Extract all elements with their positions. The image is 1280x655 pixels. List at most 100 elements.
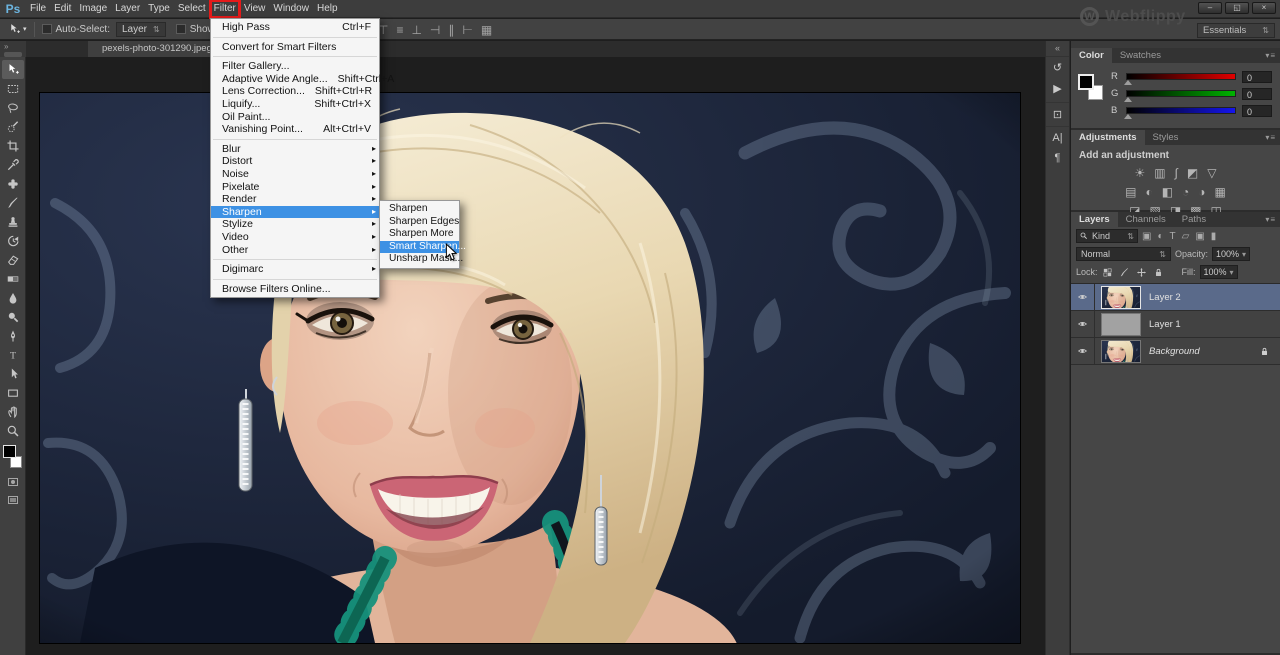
panel-menu-icon[interactable]: ▾≡ — [1265, 212, 1280, 227]
history-panel-icon[interactable]: ↺ — [1046, 57, 1069, 78]
layer-thumbnail[interactable] — [1101, 339, 1141, 363]
align-icon[interactable]: ⊣ — [430, 23, 440, 37]
opacity-field[interactable]: 100% ▾ — [1212, 247, 1251, 261]
close-button[interactable]: × — [1252, 2, 1276, 14]
panel-tab[interactable]: Adjustments — [1071, 130, 1145, 145]
slider-thumb-icon[interactable] — [1124, 97, 1132, 102]
menubar-item-Select[interactable]: Select — [174, 0, 210, 18]
menubar-item-Filter[interactable]: Filter — [208, 0, 241, 19]
layer-visibility-toggle[interactable] — [1071, 338, 1095, 364]
filter-menu-item[interactable]: Blur ▸ — [211, 143, 379, 156]
filter-type-layers-icon[interactable]: T — [1170, 231, 1176, 242]
filter-menu-item[interactable]: Liquify... Shift+Ctrl+X — [211, 98, 379, 111]
slider-thumb-icon[interactable] — [1124, 80, 1132, 85]
lasso-tool[interactable] — [2, 98, 24, 117]
layer-thumbnail[interactable] — [1101, 285, 1141, 309]
history-brush-tool[interactable] — [2, 231, 24, 250]
align-icon[interactable]: ⊥ — [411, 23, 421, 37]
menubar-item-Help[interactable]: Help — [313, 0, 342, 18]
menubar-item-View[interactable]: View — [240, 0, 270, 18]
filter-shape-layers-icon[interactable]: ▱ — [1182, 231, 1190, 242]
crop-tool[interactable] — [2, 136, 24, 155]
sharpen-submenu-item[interactable]: Sharpen More — [380, 228, 459, 241]
align-icon[interactable]: ∥ — [448, 23, 454, 37]
lock-all-icon[interactable] — [1153, 267, 1164, 278]
type-tool[interactable] — [2, 345, 24, 364]
dodge-tool[interactable] — [2, 307, 24, 326]
panel-tab[interactable]: Color — [1071, 48, 1112, 63]
filter-menu-item[interactable]: Video ▸ — [211, 231, 379, 244]
eyedropper-tool[interactable] — [2, 155, 24, 174]
gradient-tool[interactable] — [2, 269, 24, 288]
move-tool[interactable] — [1, 60, 24, 79]
filter-menu-item[interactable]: Render ▸ — [211, 193, 379, 206]
vibrance-icon[interactable]: ▽ — [1207, 166, 1216, 180]
filter-menu-item[interactable]: Oil Paint... — [211, 111, 379, 124]
filter-toggle-icon[interactable]: ▮ — [1211, 231, 1217, 242]
properties-panel-icon[interactable]: ⊡ — [1046, 102, 1069, 123]
layer-row[interactable]: Layer 2 — [1071, 284, 1280, 311]
sharpen-submenu-item[interactable]: Sharpen — [380, 203, 459, 216]
hue-saturation-icon[interactable]: ▤ — [1125, 185, 1136, 199]
curves-icon[interactable]: ∫ — [1175, 166, 1178, 180]
lock-image-icon[interactable] — [1119, 267, 1130, 278]
photo-filter-icon[interactable]: ◔ — [1182, 185, 1189, 199]
filter-pixel-layers-icon[interactable]: ▣ — [1142, 231, 1151, 242]
channel-slider[interactable] — [1124, 73, 1236, 85]
menubar-item-Image[interactable]: Image — [75, 0, 111, 18]
brightness-contrast-icon[interactable]: ☀ — [1135, 166, 1146, 180]
filter-smart-objects-icon[interactable]: ▣ — [1195, 231, 1204, 242]
collapse-dock-icon[interactable]: « — [1046, 41, 1069, 57]
filter-menu-item[interactable]: Noise ▸ — [211, 168, 379, 181]
filter-menu-item[interactable]: Convert for Smart Filters — [211, 41, 379, 57]
align-icon[interactable]: ⊢ — [462, 23, 472, 37]
zoom-tool[interactable] — [2, 421, 24, 440]
character-panel-icon[interactable]: A| — [1046, 126, 1069, 147]
filter-menu-item[interactable]: High Pass Ctrl+F — [211, 21, 379, 38]
layer-filter-kind-dropdown[interactable]: Kind ⇅ — [1076, 229, 1138, 243]
color-lookup-icon[interactable]: ▦ — [1215, 185, 1226, 199]
healing-brush-tool[interactable] — [2, 174, 24, 193]
show-transform-checkbox[interactable] — [175, 24, 186, 34]
panel-tab[interactable]: Styles — [1145, 130, 1187, 145]
filter-menu-item[interactable]: Other ▸ — [211, 244, 379, 260]
slider-thumb-icon[interactable] — [1124, 114, 1132, 119]
channel-value-field[interactable]: 0 — [1242, 70, 1272, 83]
marquee-tool[interactable] — [2, 79, 24, 98]
path-selection-tool[interactable] — [2, 364, 24, 383]
screen-mode-button[interactable] — [2, 491, 24, 509]
filter-menu-item[interactable]: Adaptive Wide Angle... Shift+Ctrl+A — [211, 73, 394, 86]
filter-menu-item[interactable]: Filter Gallery... — [211, 60, 379, 73]
quick-selection-tool[interactable] — [2, 117, 24, 136]
panel-tab[interactable]: Channels — [1118, 212, 1174, 227]
channel-value-field[interactable]: 0 — [1242, 104, 1272, 117]
panel-tab[interactable]: Swatches — [1112, 48, 1169, 63]
layer-thumbnail[interactable] — [1101, 312, 1141, 336]
minimize-button[interactable]: – — [1198, 2, 1222, 14]
quick-mask-button[interactable] — [2, 473, 24, 491]
menubar-item-Type[interactable]: Type — [144, 0, 174, 18]
panel-menu-icon[interactable]: ▾≡ — [1265, 48, 1280, 63]
sharpen-submenu-item[interactable]: Sharpen Edges — [380, 216, 459, 229]
align-icon[interactable]: ≡ — [396, 23, 403, 37]
layer-row[interactable]: Layer 1 — [1071, 311, 1280, 338]
layer-name[interactable]: Layer 1 — [1149, 319, 1181, 330]
restore-button[interactable]: ◱ — [1225, 2, 1249, 14]
panel-tab[interactable]: Layers — [1071, 212, 1118, 227]
align-icon[interactable]: ▦ — [481, 23, 492, 37]
foreground-background-swatches[interactable] — [1, 443, 25, 473]
black-white-icon[interactable]: ◧ — [1162, 185, 1173, 199]
channel-slider[interactable] — [1124, 90, 1236, 102]
eraser-tool[interactable] — [2, 250, 24, 269]
menubar-item-Edit[interactable]: Edit — [50, 0, 75, 18]
pen-tool[interactable] — [2, 326, 24, 345]
filter-menu-item[interactable]: Distort ▸ — [211, 155, 379, 168]
channel-value-field[interactable]: 0 — [1242, 87, 1272, 100]
fill-field[interactable]: 100% ▾ — [1199, 265, 1238, 279]
filter-menu-item[interactable]: Digimarc ▸ — [211, 263, 379, 280]
panel-tab[interactable]: Paths — [1174, 212, 1214, 227]
tool-preset-button[interactable]: ▾ — [8, 23, 27, 36]
layer-name[interactable]: Layer 2 — [1149, 292, 1181, 303]
filter-menu-item[interactable]: Pixelate ▸ — [211, 181, 379, 194]
levels-icon[interactable]: ▥ — [1154, 166, 1165, 180]
